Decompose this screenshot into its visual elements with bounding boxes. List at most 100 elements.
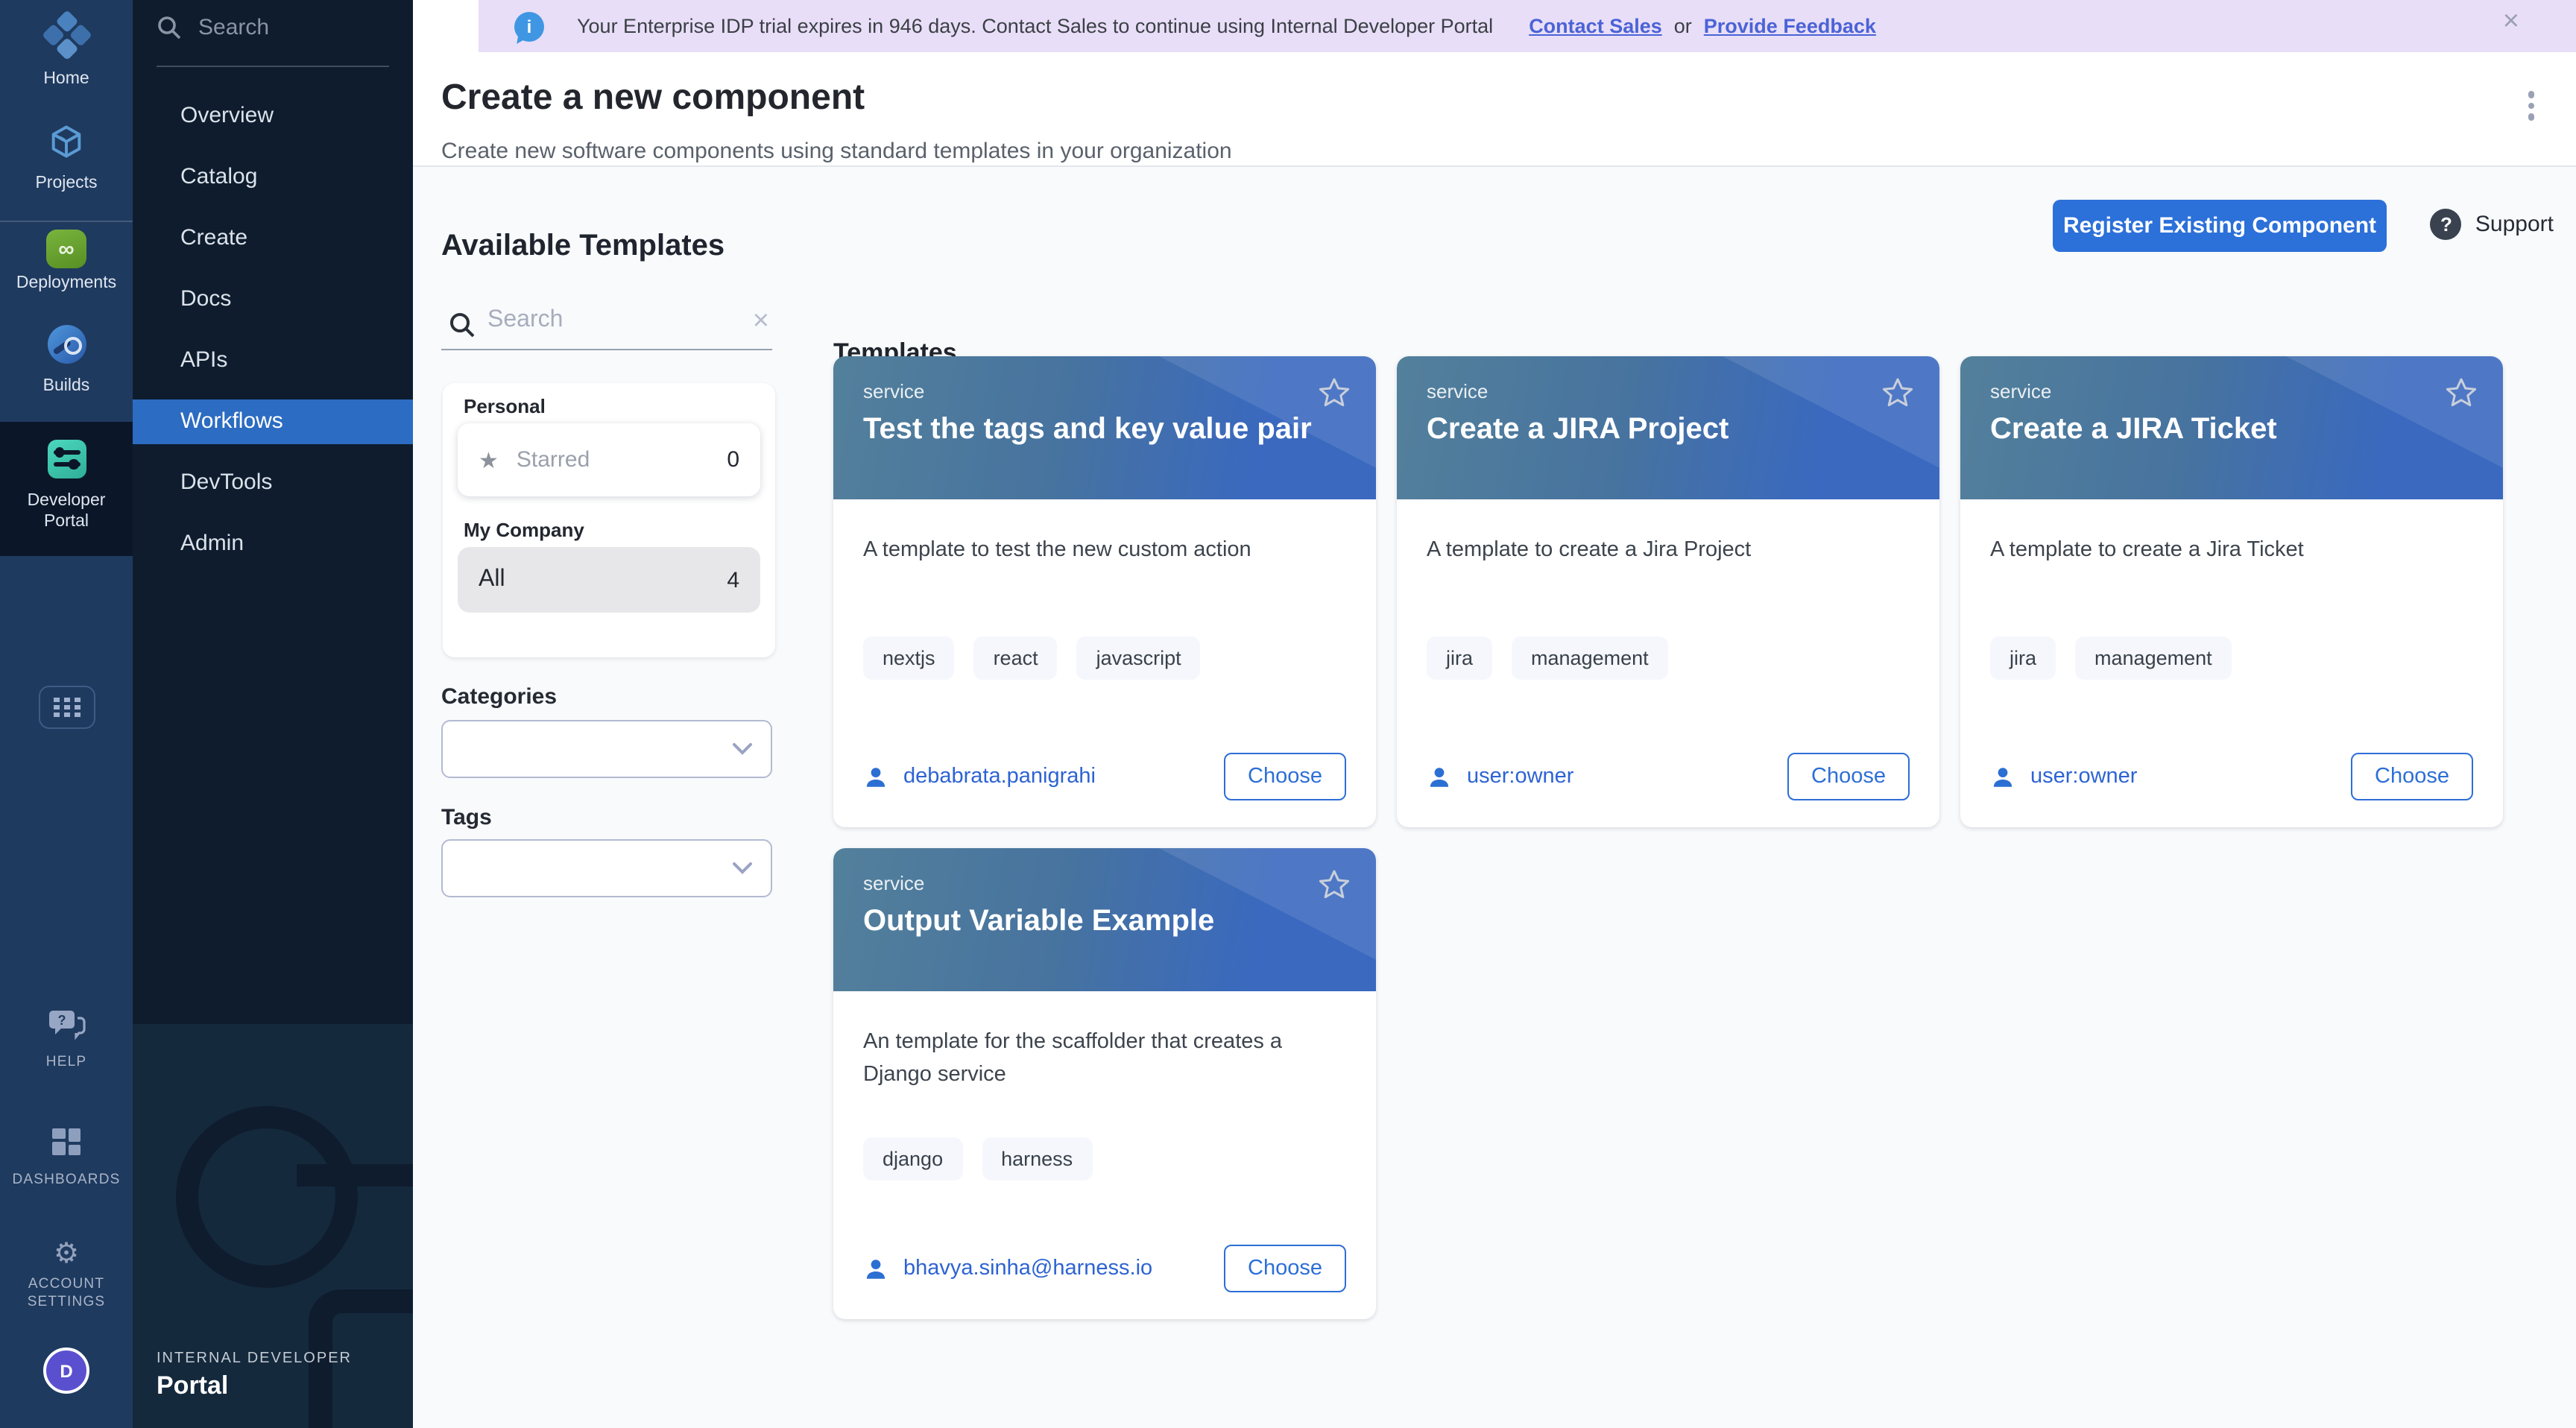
kebab-menu-icon[interactable] <box>2525 83 2537 127</box>
search-icon <box>157 15 182 40</box>
owner-link[interactable]: user:owner <box>1990 764 2137 789</box>
star-outline-icon[interactable] <box>1316 376 1352 411</box>
search-underline <box>441 348 772 350</box>
card-description: A template to create a Jira Ticket <box>1990 535 2473 568</box>
sidebar-item-catalog[interactable]: Catalog <box>133 155 413 200</box>
tag-pill: django <box>863 1137 962 1180</box>
card-header: service Test the tags and key value pair <box>833 356 1376 499</box>
main-content: i Your Enterprise IDP trial expires in 9… <box>413 0 2576 1428</box>
person-icon <box>863 764 888 789</box>
sidebar-item-admin[interactable]: Admin <box>133 522 413 566</box>
chevron-down-icon <box>732 862 753 875</box>
rail-item-label: Projects <box>0 174 133 195</box>
tags-label: Tags <box>441 805 492 830</box>
user-avatar-button[interactable]: D <box>0 1348 133 1394</box>
filter-all[interactable]: All 4 <box>458 547 760 613</box>
filter-starred[interactable]: ★ Starred 0 <box>458 423 760 496</box>
rail-item-label: Portal <box>0 513 133 534</box>
register-existing-component-button[interactable]: Register Existing Component <box>2053 200 2387 252</box>
card-tags: jira management <box>1990 636 2473 680</box>
search-icon <box>449 312 476 338</box>
banner-or-text: or <box>1674 15 1692 37</box>
tag-pill: react <box>974 636 1058 680</box>
rail-item-label: HELP <box>0 1054 133 1072</box>
rail-item-account-settings[interactable]: ⚙ ACCOUNT SETTINGS <box>0 1240 133 1312</box>
all-count: 4 <box>727 567 739 593</box>
card-tags: jira management <box>1427 636 1910 680</box>
rail-item-developer-portal[interactable]: Developer Portal <box>0 440 133 533</box>
card-type-label: service <box>1990 380 2051 402</box>
brand-line1: INTERNAL DEVELOPER <box>157 1350 352 1367</box>
sidebar-nav-list: Overview Catalog Create Docs APIs Workfl… <box>133 94 413 566</box>
template-search-input[interactable] <box>484 306 729 335</box>
gear-icon: ⚙ <box>54 1239 79 1270</box>
choose-button[interactable]: Choose <box>1224 753 1346 800</box>
owner-link[interactable]: bhavya.sinha@harness.io <box>863 1256 1152 1281</box>
rail-item-label: Deployments <box>0 274 133 295</box>
sidebar-item-workflows[interactable]: Workflows <box>133 399 413 444</box>
provide-feedback-link[interactable]: Provide Feedback <box>1704 15 1876 37</box>
card-description: An template for the scaffolder that crea… <box>863 1027 1310 1092</box>
rail-item-dashboards[interactable]: DASHBOARDS <box>0 1127 133 1190</box>
contact-sales-link[interactable]: Contact Sales <box>1529 15 1662 37</box>
card-tags: django harness <box>863 1137 1346 1180</box>
choose-button[interactable]: Choose <box>1787 753 1910 800</box>
close-icon[interactable]: × <box>2503 6 2519 39</box>
choose-button[interactable]: Choose <box>2351 753 2473 800</box>
sidebar-search-placeholder: Search <box>198 15 269 40</box>
card-body: A template to create a Jira Project jira… <box>1397 499 1939 827</box>
card-body: An template for the scaffolder that crea… <box>833 991 1376 1319</box>
filter-panel: Personal ★ Starred 0 My Company All 4 <box>443 383 775 657</box>
tags-select[interactable] <box>441 839 772 897</box>
card-footer: bhavya.sinha@harness.io Choose <box>863 1245 1346 1292</box>
avatar: D <box>43 1348 89 1394</box>
rail-item-label: DASHBOARDS <box>0 1172 133 1190</box>
rail-item-label: SETTINGS <box>0 1294 133 1312</box>
star-outline-icon[interactable] <box>1880 376 1916 411</box>
rail-item-home[interactable]: Home <box>0 18 133 91</box>
rail-item-deployments[interactable]: ∞ Deployments <box>0 230 133 295</box>
owner-name: bhavya.sinha@harness.io <box>903 1257 1152 1280</box>
tag-pill: management <box>2075 636 2232 680</box>
chevron-down-icon <box>732 742 753 756</box>
starred-label: Starred <box>517 447 590 473</box>
portal-sidebar: Search Overview Catalog Create Docs APIs… <box>133 0 413 1428</box>
sidebar-search[interactable]: Search <box>157 15 269 40</box>
builds-circle-icon <box>47 325 86 364</box>
template-card: service Test the tags and key value pair… <box>833 356 1376 827</box>
apps-grid-button[interactable] <box>39 686 95 729</box>
page-title: Create a new component <box>441 78 865 119</box>
tag-pill: javascript <box>1077 636 1201 680</box>
projects-cube-icon <box>46 122 86 161</box>
sidebar-item-docs[interactable]: Docs <box>133 277 413 322</box>
categories-select[interactable] <box>441 720 772 778</box>
sidebar-divider <box>157 66 389 67</box>
sidebar-item-apis[interactable]: APIs <box>133 338 413 383</box>
owner-link[interactable]: user:owner <box>1427 764 1573 789</box>
star-outline-icon[interactable] <box>2443 376 2479 411</box>
sidebar-item-devtools[interactable]: DevTools <box>133 461 413 505</box>
card-footer: user:owner Choose <box>1990 753 2473 800</box>
template-search: × <box>441 303 772 347</box>
decoration-donut <box>176 1106 358 1288</box>
question-icon: ? <box>2431 209 2462 240</box>
tag-pill: nextjs <box>863 636 955 680</box>
choose-button[interactable]: Choose <box>1224 1245 1346 1292</box>
sidebar-item-create[interactable]: Create <box>133 216 413 261</box>
decoration-bar <box>297 1164 413 1187</box>
rail-item-help[interactable]: ? HELP <box>0 1008 133 1072</box>
owner-name: debabrata.panigrahi <box>903 765 1096 789</box>
support-button[interactable]: ? Support <box>2431 209 2554 240</box>
star-outline-icon[interactable] <box>1316 868 1352 903</box>
card-header: service Create a JIRA Ticket <box>1960 356 2503 499</box>
clear-search-icon[interactable]: × <box>753 306 769 338</box>
person-icon <box>1990 764 2015 789</box>
card-title: Output Variable Example <box>863 905 1292 939</box>
card-header: service Output Variable Example <box>833 848 1376 991</box>
rail-item-projects[interactable]: Projects <box>0 122 133 195</box>
owner-link[interactable]: debabrata.panigrahi <box>863 764 1096 789</box>
sidebar-item-overview[interactable]: Overview <box>133 94 413 139</box>
tag-pill: harness <box>982 1137 1092 1180</box>
card-description: A template to test the new custom action <box>863 535 1346 568</box>
rail-item-builds[interactable]: Builds <box>0 325 133 398</box>
